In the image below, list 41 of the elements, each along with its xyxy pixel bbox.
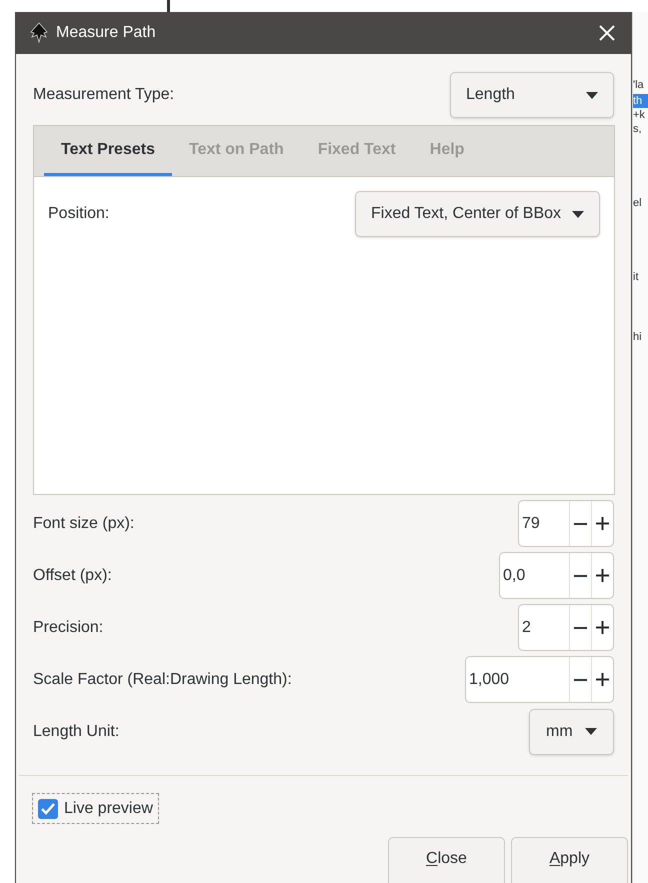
field-label: Font size (px): [33, 514, 134, 534]
background-text: hi [633, 330, 643, 344]
minus-icon [574, 626, 587, 628]
caret-icon [586, 92, 598, 98]
minus-icon [574, 574, 587, 576]
field-label: Offset (px): [33, 566, 112, 586]
close-icon [599, 25, 615, 41]
minus-icon [574, 522, 587, 524]
close-dialog-button[interactable]: Close [388, 837, 505, 883]
background-text: s, [633, 122, 643, 136]
spin-box[interactable]: 0,0 [499, 552, 614, 599]
checkbox[interactable] [38, 798, 58, 818]
field-label: Precision: [33, 618, 104, 638]
spin-box[interactable]: 2 [518, 604, 614, 651]
caret-icon [585, 728, 597, 735]
background-text: 'la [633, 78, 645, 92]
live-preview-checkbox[interactable]: Live preview [32, 793, 159, 824]
measurement-type-dropdown[interactable]: Length [450, 72, 614, 118]
background-text: el [633, 196, 643, 210]
app-logo-icon [28, 22, 50, 44]
background-text: th [633, 94, 648, 108]
minus-icon [574, 678, 587, 680]
unit-dropdown[interactable]: mm [529, 708, 614, 754]
plus-icon [596, 569, 609, 582]
field-label: Length Unit: [33, 722, 120, 742]
apply-button[interactable]: Apply [511, 837, 628, 883]
plus-icon [596, 673, 609, 686]
position-dropdown[interactable]: Fixed Text, Center of BBox [355, 191, 600, 237]
spin-box[interactable]: 1,000 [465, 656, 614, 703]
plus-icon [596, 517, 609, 530]
window-title: Measure Path [56, 23, 156, 43]
caret-icon [572, 210, 584, 218]
field-label: Measurement Type: [33, 85, 174, 105]
field-label: Scale Factor (Real:Drawing Length): [33, 670, 292, 690]
field-label: Position: [48, 204, 110, 224]
spin-box[interactable]: 79 [518, 500, 614, 547]
background-text: +k [633, 108, 646, 122]
check-icon [41, 802, 55, 814]
tab[interactable]: Text Presets [44, 126, 172, 176]
plus-icon [596, 621, 609, 634]
background-text: it [633, 270, 640, 284]
